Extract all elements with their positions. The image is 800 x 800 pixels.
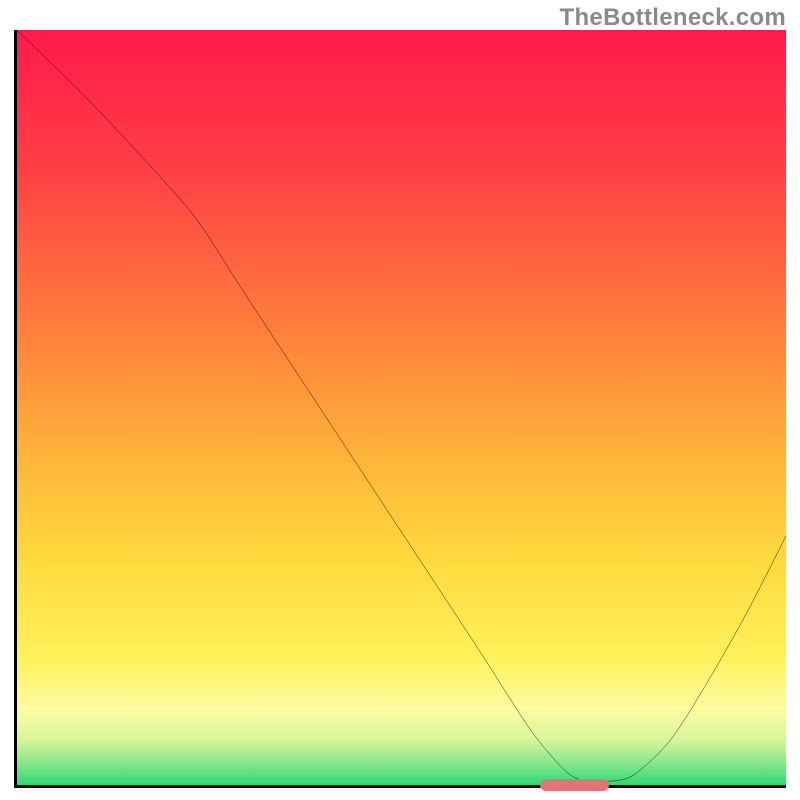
chart-plot-area: [14, 30, 786, 788]
bottleneck-curve: [17, 30, 786, 785]
watermark-text: TheBottleneck.com: [560, 4, 786, 32]
optimum-marker: [540, 779, 609, 791]
